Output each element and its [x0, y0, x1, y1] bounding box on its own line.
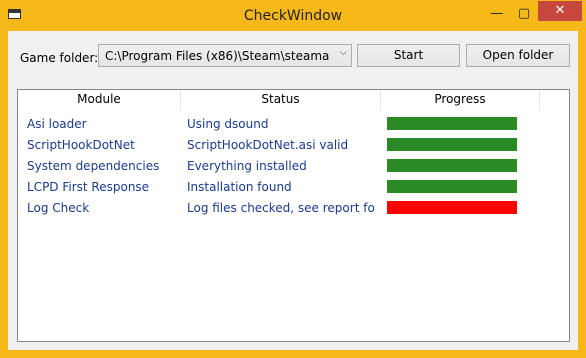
progress-fill [387, 201, 517, 214]
module-cell: System dependencies [27, 159, 160, 173]
game-folder-value: C:\Program Files (x86)\Steam\steamapps\c [105, 49, 330, 63]
progress-bar [387, 117, 517, 130]
progress-bar [387, 138, 517, 151]
table-row[interactable]: System dependencies Everything installed [18, 156, 569, 177]
progress-fill [387, 117, 517, 130]
table-row[interactable]: ScriptHookDotNet ScriptHookDotNet.asi val… [18, 135, 569, 156]
status-cell: ScriptHookDotNet.asi valid [187, 138, 349, 152]
progress-fill [387, 159, 517, 172]
check-window: CheckWindow — ▢ ✕ Game folder: C:\Progra… [0, 0, 586, 358]
column-header-progress[interactable]: Progress [381, 90, 540, 110]
module-cell: Log Check [27, 201, 90, 215]
progress-fill [387, 180, 517, 193]
open-folder-button[interactable]: Open folder [466, 44, 570, 67]
game-folder-combobox[interactable]: C:\Program Files (x86)\Steam\steamapps\c… [98, 44, 352, 67]
title-bar[interactable]: CheckWindow — ▢ ✕ [0, 0, 586, 32]
status-cell: Log files checked, see report for mo [187, 201, 375, 215]
close-button[interactable]: ✕ [538, 1, 582, 21]
table-row[interactable]: LCPD First Response Installation found [18, 177, 569, 198]
status-cell: Everything installed [187, 159, 307, 173]
column-header-module[interactable]: Module [18, 90, 181, 110]
progress-bar [387, 201, 517, 214]
table-row[interactable]: Log Check Log files checked, see report f… [18, 198, 569, 219]
module-cell: Asi loader [27, 117, 87, 131]
maximize-button[interactable]: ▢ [513, 4, 535, 24]
progress-fill [387, 138, 517, 151]
list-header: Module Status Progress [18, 90, 569, 110]
module-cell: ScriptHookDotNet [27, 138, 135, 152]
status-cell: Using dsound [187, 117, 269, 131]
progress-bar [387, 159, 517, 172]
minimize-button[interactable]: — [486, 4, 508, 24]
table-row[interactable]: Asi loader Using dsound [18, 114, 569, 135]
progress-bar [387, 180, 517, 193]
module-list[interactable]: Module Status Progress Asi loader Using d… [17, 89, 570, 342]
column-header-status[interactable]: Status [181, 90, 381, 110]
start-button[interactable]: Start [357, 44, 460, 67]
module-cell: LCPD First Response [27, 180, 150, 194]
status-cell: Installation found [187, 180, 292, 194]
game-folder-label: Game folder: [20, 51, 99, 65]
chevron-down-icon[interactable]: ⌵ [339, 47, 347, 58]
client-area: Game folder: C:\Program Files (x86)\Stea… [8, 31, 578, 350]
